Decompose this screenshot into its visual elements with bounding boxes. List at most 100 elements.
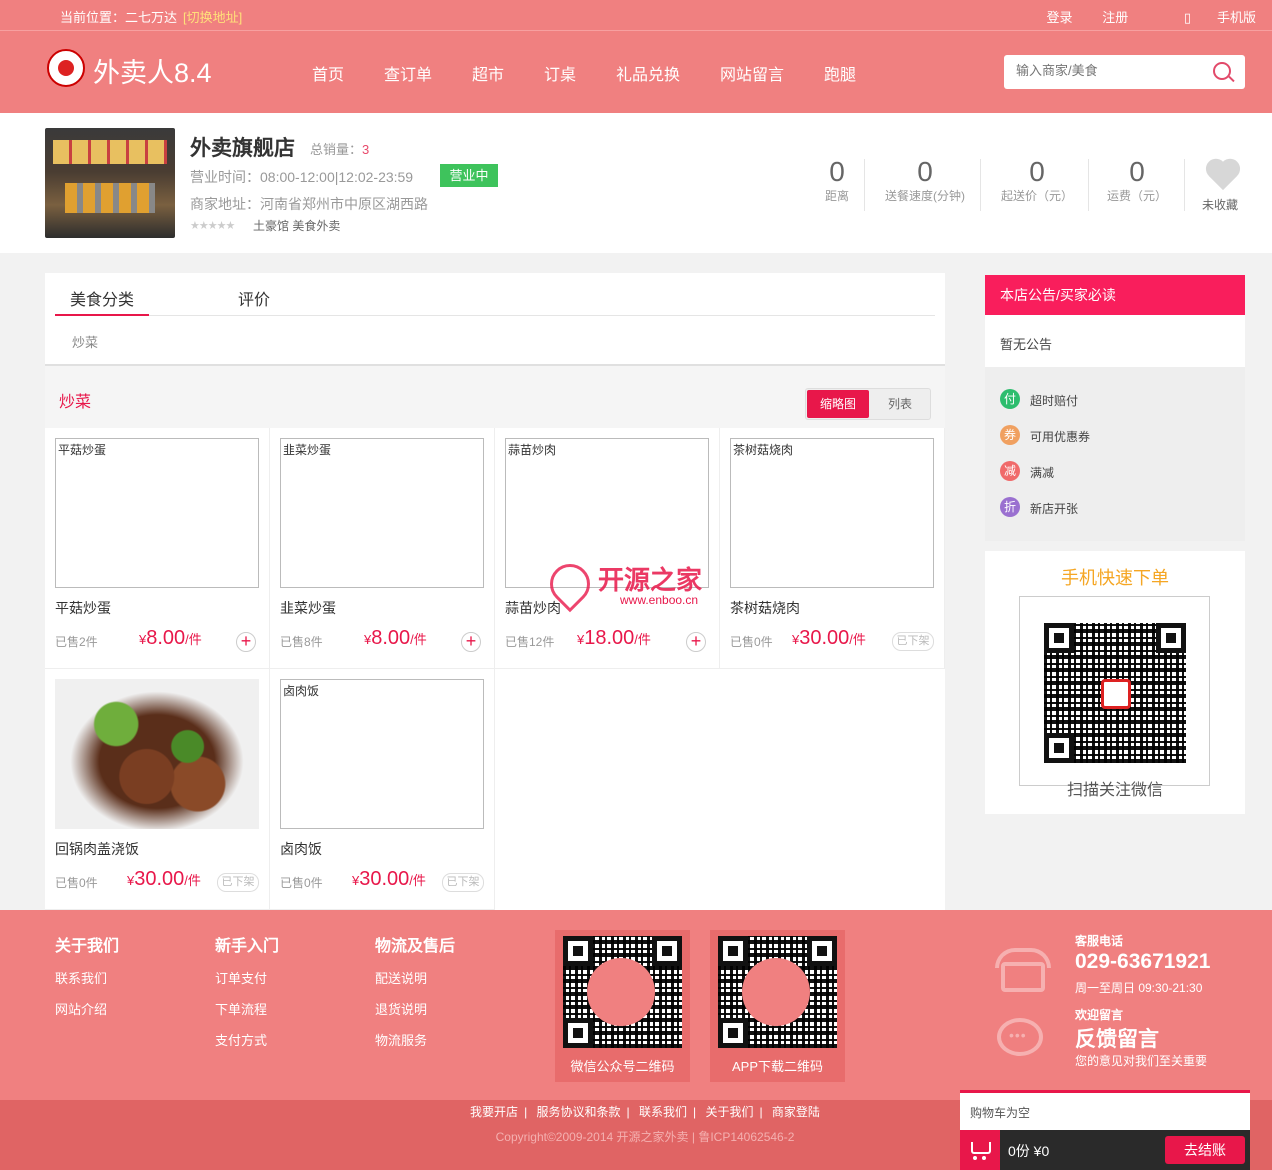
nav-supermarket[interactable]: 超市 <box>472 61 504 85</box>
food-card: 回锅肉盖浇饭 已售0件 ¥30.00/件 已下架 <box>45 669 270 910</box>
business-hours: 营业时间：08:00-12:00|12:02-23:59 <box>190 169 414 185</box>
qr-title: 手机快速下单 <box>1061 568 1169 588</box>
location-label: 当前位置：二七万达 <box>60 10 178 25</box>
total-sales: 总销量：3 <box>310 139 369 158</box>
food-name[interactable]: 韭菜炒蛋 <box>280 598 336 618</box>
food-image[interactable]: 韭菜炒蛋 <box>280 438 484 588</box>
mobile-link[interactable]: ▯ 手机版 <box>1158 10 1256 25</box>
image-alt: 韭菜炒蛋 <box>283 443 332 457</box>
cart-empty-text: 购物车为空 <box>960 1090 1250 1130</box>
price-value: 8.00 <box>371 627 411 649</box>
menu-tabs: 美食分类 评价 <box>55 273 935 316</box>
qr-finder <box>718 936 748 966</box>
nav-home[interactable]: 首页 <box>312 61 344 85</box>
tab-food-category[interactable]: 美食分类 <box>55 286 149 316</box>
stat-min-order: 0 起送价（元） <box>986 157 1088 204</box>
bottom-link[interactable]: 服务协议和条款 <box>537 1105 621 1119</box>
qr-caption: APP下载二维码 <box>731 1059 823 1074</box>
stat-value: 0 <box>829 156 845 187</box>
thumbnail-view-button[interactable]: 缩略图 <box>807 390 869 418</box>
notice-text: 暂无公告 <box>985 315 1245 367</box>
stat-value: 0 <box>917 156 933 187</box>
site-logo[interactable]: 外卖人8.4 <box>47 47 227 89</box>
app-qr-panel: APP下载二维码 <box>710 930 845 1082</box>
footer-link[interactable]: 配送说明 <box>375 968 455 987</box>
footer-link[interactable]: 支付方式 <box>215 1030 279 1049</box>
footer-link[interactable]: 物流服务 <box>375 1030 455 1049</box>
off-shelf-badge: 已下架 <box>442 873 484 892</box>
unit: /件 <box>409 873 426 888</box>
cart-summary: 0份 ¥0 <box>1008 1143 1050 1159</box>
sold-count: 已售0件 <box>730 635 773 649</box>
divider <box>864 159 865 211</box>
checkout-button[interactable]: 去结账 <box>1165 1136 1245 1164</box>
food-price: ¥18.00/件 <box>577 627 651 650</box>
qr-finder <box>652 936 682 966</box>
add-to-cart-button[interactable]: + <box>236 632 256 652</box>
bottom-link[interactable]: 我要开店 <box>470 1105 518 1119</box>
qr-caption: 微信公众号二维码 <box>570 1059 675 1074</box>
promo-label: 可用优惠券 <box>1030 430 1091 444</box>
bottom-link[interactable]: 商家登陆 <box>772 1105 820 1119</box>
sold-count: 已售8件 <box>280 635 323 649</box>
food-image[interactable]: 茶树菇烧肉 <box>730 438 934 588</box>
food-image[interactable]: 平菇炒蛋 <box>55 438 259 588</box>
logo-icon <box>47 49 85 87</box>
qr-mask <box>742 958 810 1026</box>
food-name[interactable]: 茶树菇烧肉 <box>730 598 800 618</box>
food-name[interactable]: 平菇炒蛋 <box>55 598 111 618</box>
footer-link[interactable]: 订单支付 <box>215 968 279 987</box>
search-input[interactable] <box>1016 63 1206 78</box>
stat-label: 送餐速度(分钟) <box>885 189 965 203</box>
feedback-link[interactable]: 反馈留言 <box>1075 1023 1159 1053</box>
telephone-icon <box>995 948 1051 992</box>
bottom-link[interactable]: 联系我们 <box>639 1105 687 1119</box>
section-header: 炒菜 缩略图 列表 <box>45 366 945 428</box>
qr-code <box>1044 623 1186 763</box>
footer-link[interactable]: 联系我们 <box>55 968 119 987</box>
qr-finder <box>1044 623 1074 653</box>
login-link[interactable]: 登录 <box>1047 10 1073 25</box>
image-alt: 卤肉饭 <box>283 684 320 698</box>
food-card: 蒜苗炒肉 蒜苗炒肉 已售12件 ¥18.00/件 + <box>495 428 720 669</box>
qr-finder <box>718 1018 748 1048</box>
section-title: 炒菜 <box>59 394 92 411</box>
tab-reviews[interactable]: 评价 <box>238 286 270 310</box>
food-image[interactable]: 卤肉饭 <box>280 679 484 829</box>
stat-label: 距离 <box>824 189 849 203</box>
shop-tags: 土豪馆 美食外卖 <box>253 219 341 233</box>
qr-mask <box>587 958 655 1026</box>
food-name[interactable]: 卤肉饭 <box>280 839 322 859</box>
add-to-cart-button[interactable]: + <box>461 632 481 652</box>
cart-icon[interactable] <box>960 1130 1000 1170</box>
add-to-cart-button[interactable]: + <box>686 632 706 652</box>
footer: 关于我们 联系我们 网站介绍 新手入门 订单支付 下单流程 支付方式 物流及售后… <box>0 910 1272 1100</box>
qr-finder <box>807 936 837 966</box>
rating-stars: ★★★★★ <box>190 220 235 232</box>
nav-guestbook[interactable]: 网站留言 <box>720 61 784 85</box>
nav-book-table[interactable]: 订桌 <box>544 61 576 85</box>
switch-address-link[interactable]: [切换地址] <box>183 10 242 25</box>
footer-link[interactable]: 网站介绍 <box>55 999 119 1018</box>
footer-link[interactable]: 下单流程 <box>215 999 279 1018</box>
price-value: 30.00 <box>359 868 410 890</box>
nav-errand[interactable]: 跑腿 <box>824 61 856 85</box>
search-icon[interactable] <box>1213 62 1231 80</box>
food-name[interactable]: 回锅肉盖浇饭 <box>55 839 139 859</box>
nav-gift-exchange[interactable]: 礼品兑换 <box>616 61 680 85</box>
heart-icon[interactable] <box>1203 158 1245 194</box>
food-card: 卤肉饭 卤肉饭 已售0件 ¥30.00/件 已下架 <box>270 669 495 910</box>
promo-label: 超时赔付 <box>1030 394 1079 408</box>
list-view-button[interactable]: 列表 <box>870 390 930 418</box>
footer-link[interactable]: 退货说明 <box>375 999 455 1018</box>
footer-col-title: 物流及售后 <box>375 938 456 955</box>
qr-finder <box>563 1018 593 1048</box>
category-link[interactable]: 炒菜 <box>72 332 98 351</box>
favorite-label[interactable]: 未收藏 <box>1202 196 1238 213</box>
food-photo[interactable] <box>55 679 259 829</box>
nav-track-order[interactable]: 查订单 <box>384 61 432 85</box>
register-link[interactable]: 注册 <box>1102 10 1128 25</box>
bottom-link[interactable]: 关于我们 <box>705 1105 753 1119</box>
shop-info: 外卖旗舰店 总销量：3 营业时间：08:00-12:00|12:02-23:59… <box>0 113 1272 253</box>
notice-title: 本店公告/买家必读 <box>985 275 1245 315</box>
